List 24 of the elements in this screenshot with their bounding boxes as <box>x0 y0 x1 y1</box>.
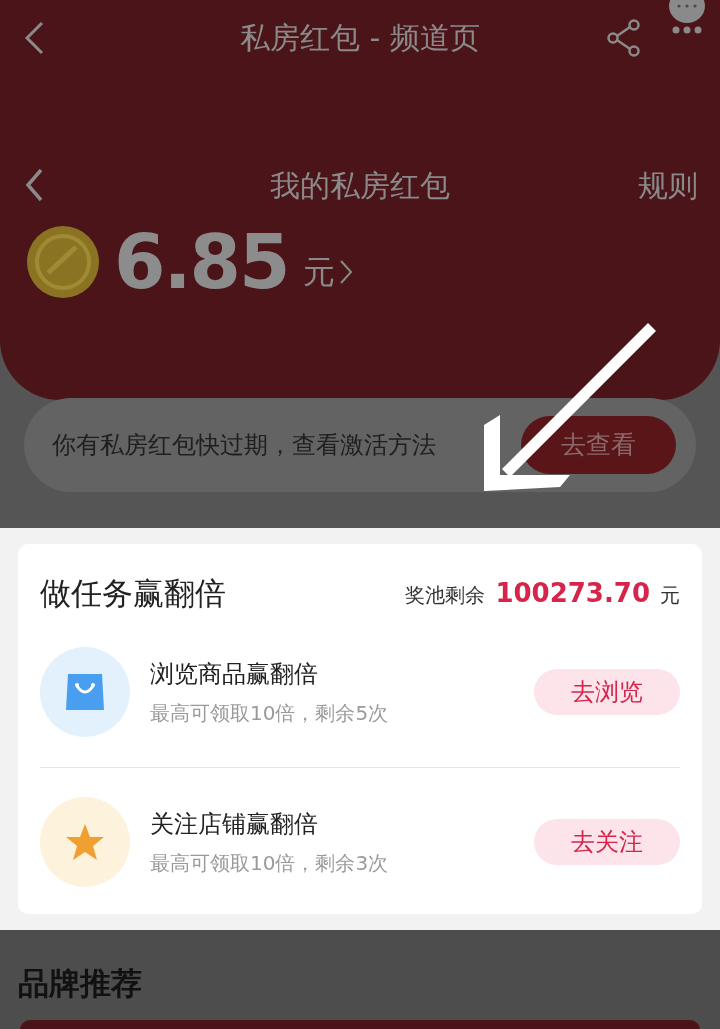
star-icon <box>65 823 105 861</box>
shopping-bag-icon <box>65 671 105 712</box>
task-button[interactable]: 去关注 <box>534 819 680 865</box>
prize-pool-unit: 元 <box>660 581 680 609</box>
section-title: 我的私房红包 <box>270 166 450 205</box>
balance-unit[interactable]: 元 <box>302 248 335 296</box>
brands-title: 品牌推荐 <box>18 964 143 1003</box>
notice-text: 你有私房红包快过期，查看激活方法 <box>52 430 436 461</box>
rules-link[interactable]: 规则 <box>638 162 698 208</box>
task-subtitle: 最高可领取10倍，剩余5次 <box>150 699 389 727</box>
balance-amount: 6.85 <box>114 225 289 299</box>
prize-pool-label: 奖池剩余 <box>405 581 486 609</box>
task-title: 关注店铺赢翻倍 <box>150 809 319 840</box>
page-title: 私房红包 - 频道页 <box>240 19 480 57</box>
view-button[interactable]: 去查看 <box>521 416 676 474</box>
coin-icon <box>26 225 100 299</box>
task-subtitle: 最高可领取10倍，剩余3次 <box>150 850 389 877</box>
prize-pool-amount: 100273.70 <box>495 576 650 610</box>
chevron-icon[interactable] <box>338 259 353 285</box>
share-icon[interactable] <box>606 18 642 57</box>
task-button[interactable]: 去浏览 <box>534 668 680 715</box>
task-section-title: 做任务赢翻倍 <box>40 574 226 613</box>
task-title: 浏览商品赢翻倍 <box>150 658 319 690</box>
back-icon[interactable] <box>22 20 46 55</box>
